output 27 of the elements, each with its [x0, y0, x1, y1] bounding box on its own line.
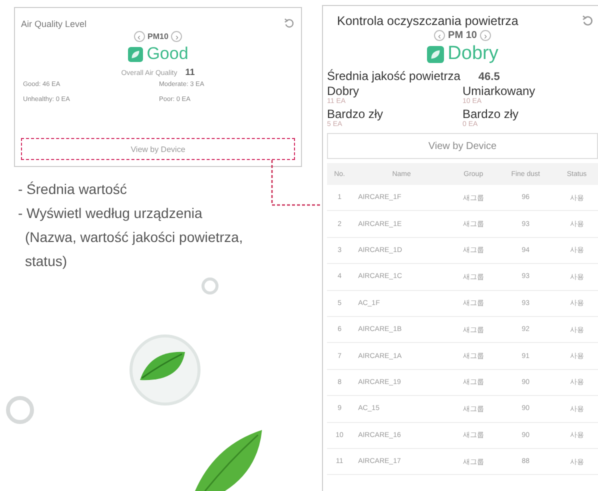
note-text: (Nazwa, wartość jakości powietrza,	[24, 229, 244, 245]
count-label: Bardzo zły	[462, 108, 520, 121]
count-label: Umiarkowany	[462, 85, 536, 98]
card-title: Kontrola oczyszczania powietrza	[337, 14, 518, 28]
refresh-icon[interactable]	[582, 15, 594, 27]
view-by-device-button[interactable]: View by Device	[327, 133, 598, 159]
leaf-icon	[128, 46, 143, 62]
pm-label: PM10	[148, 32, 168, 41]
next-button[interactable]: ›	[480, 30, 491, 41]
average-value: 46.5	[478, 71, 500, 83]
count-label: Dobry	[327, 85, 360, 98]
next-button[interactable]: ›	[171, 31, 182, 42]
previous-button[interactable]: ‹	[434, 30, 446, 41]
count-label: Bardzo zły	[327, 108, 384, 121]
card-title: Air Quality Level	[21, 18, 87, 28]
refresh-icon[interactable]	[284, 18, 295, 29]
status-text: Dobry	[448, 43, 498, 65]
note-text: status)	[24, 253, 68, 269]
note-text: - Wyświetl według urządzenia	[18, 205, 204, 221]
note-text: - Średnia wartość	[18, 181, 128, 197]
status-text: Good	[146, 44, 188, 64]
overall-value: 11	[185, 67, 195, 77]
leaf-icon	[426, 46, 444, 62]
average-label: Średnia jakość powietrza	[327, 69, 460, 83]
previous-button[interactable]: ‹	[134, 31, 145, 42]
view-by-device-button[interactable]: View by Device	[21, 138, 295, 160]
pm-label: PM 10	[448, 30, 477, 41]
